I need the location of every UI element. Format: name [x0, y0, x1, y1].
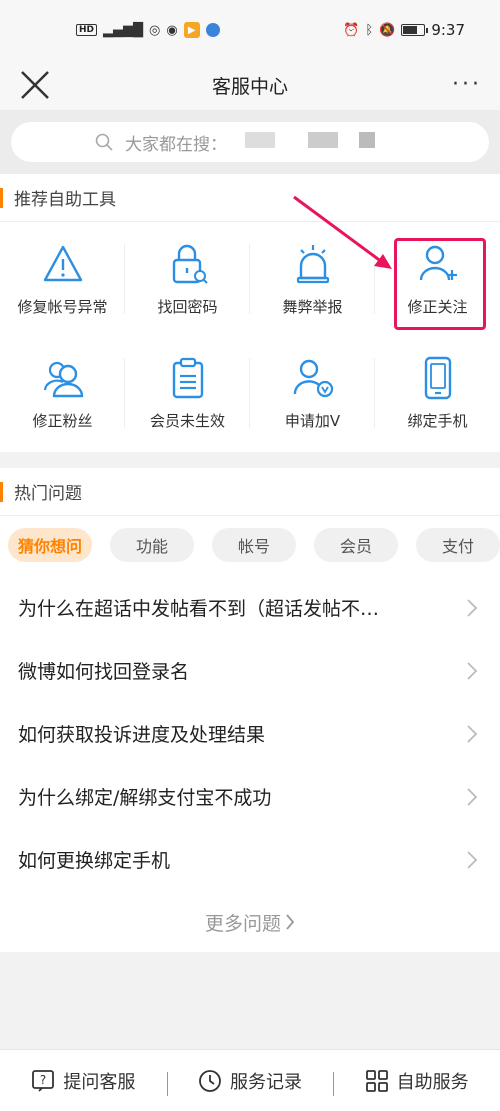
list-item[interactable]: 为什么绑定/解绑支付宝不成功: [0, 765, 500, 828]
faq-header: 热门问题: [0, 468, 500, 516]
self-service-button[interactable]: 自助服务: [333, 1068, 500, 1096]
question-text: 为什么绑定/解绑支付宝不成功: [18, 787, 272, 809]
ask-service-button[interactable]: ? 提问客服: [0, 1068, 167, 1094]
question-icon: ?: [32, 1069, 55, 1092]
faq-tabs: 猜你想问 功能 帐号 会员 支付: [0, 516, 500, 576]
tab-account[interactable]: 帐号: [212, 528, 296, 562]
tab-payment[interactable]: 支付: [416, 528, 500, 562]
grid-icon: [365, 1069, 388, 1092]
chevron-right-icon: [467, 661, 478, 680]
question-list: 为什么在超话中发帖看不到（超话发帖不… 微博如何找回登录名 如何获取投诉进度及处…: [0, 576, 500, 891]
svg-text:?: ?: [40, 1073, 46, 1087]
tab-features[interactable]: 功能: [110, 528, 194, 562]
list-item[interactable]: 如何获取投诉进度及处理结果: [0, 702, 500, 765]
bottom-bar: ? 提问客服 服务记录 自助服务: [0, 1049, 500, 1111]
self-service-label: 自助服务: [396, 1071, 469, 1093]
chevron-right-icon: [286, 914, 295, 930]
service-records-button[interactable]: 服务记录: [166, 1068, 334, 1096]
faq-section: 热门问题 猜你想问 功能 帐号 会员 支付 为什么在超话中发帖看不到（超话发帖不…: [0, 468, 500, 952]
clock-icon: [199, 1069, 221, 1092]
list-item[interactable]: 微博如何找回登录名: [0, 639, 500, 702]
list-item[interactable]: 为什么在超话中发帖看不到（超话发帖不…: [0, 576, 500, 639]
service-records-label: 服务记录: [230, 1071, 302, 1093]
question-text: 为什么在超话中发帖看不到（超话发帖不…: [18, 598, 380, 620]
question-text: 如何获取投诉进度及处理结果: [18, 724, 266, 746]
list-item[interactable]: 如何更换绑定手机: [0, 828, 500, 891]
question-text: 如何更换绑定手机: [18, 850, 171, 872]
chevron-right-icon: [467, 787, 478, 806]
tab-membership[interactable]: 会员: [314, 528, 398, 562]
arrow-annotation: [293, 195, 392, 269]
ask-service-label: 提问客服: [63, 1071, 136, 1093]
tab-guess[interactable]: 猜你想问: [8, 528, 92, 562]
more-questions-label: 更多问题: [204, 912, 281, 935]
more-questions-link[interactable]: 更多问题: [0, 891, 500, 953]
chevron-right-icon: [467, 724, 478, 743]
highlight-box: [394, 238, 486, 330]
faq-title: 热门问题: [14, 484, 82, 504]
chevron-right-icon: [467, 598, 478, 617]
question-text: 微博如何找回登录名: [18, 661, 190, 683]
chevron-right-icon: [467, 850, 478, 869]
